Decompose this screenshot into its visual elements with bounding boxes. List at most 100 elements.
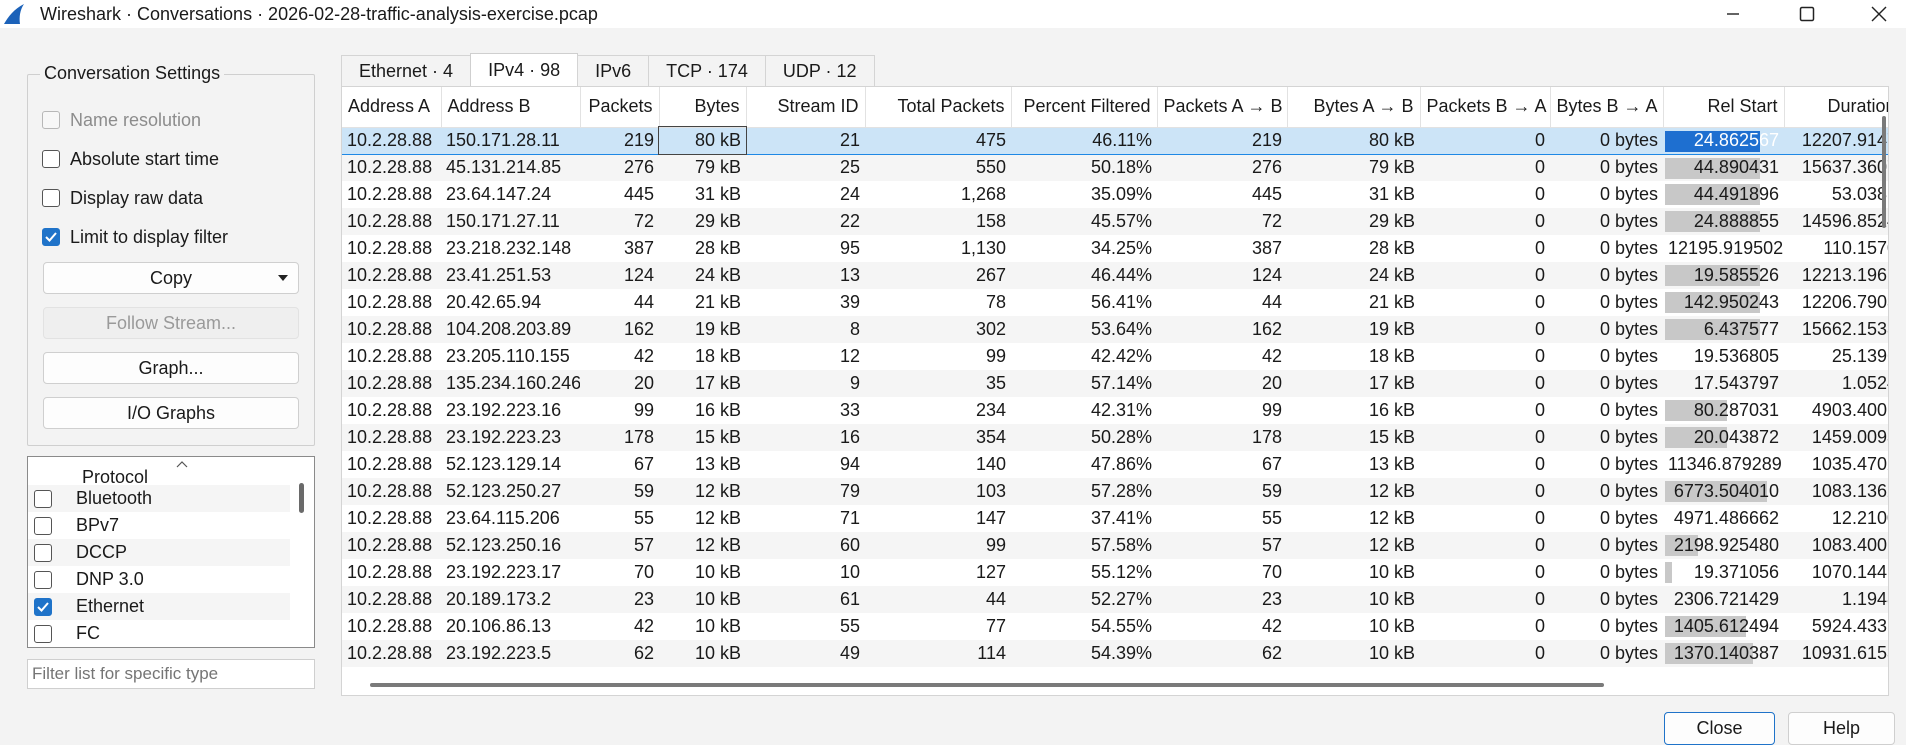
table-cell: 124: [1157, 262, 1287, 289]
table-cell: 0: [1534, 454, 1545, 474]
help-button[interactable]: Help: [1788, 712, 1895, 745]
tab-ethernet[interactable]: Ethernet · 4: [341, 55, 472, 87]
column-header[interactable]: Total Packets: [865, 87, 1012, 128]
table-cell: 71: [839, 508, 860, 528]
table-cell: 42: [633, 616, 654, 636]
column-header[interactable]: Bytes A → B: [1287, 87, 1421, 128]
column-header[interactable]: Percent Filtered: [1011, 87, 1158, 128]
table-cell: 10 kB: [694, 562, 741, 582]
display-raw-data-checkbox[interactable]: Display raw data: [42, 186, 203, 210]
graph-label: Graph...: [138, 357, 204, 378]
table-row[interactable]: 10.2.28.88 23.64.115.206 55 12 kB 71 147 37.41…: [342, 505, 1888, 532]
checkmark-icon[interactable]: [34, 597, 52, 616]
table-cell: 22: [746, 208, 865, 235]
io-graphs-button[interactable]: I/O Graphs: [43, 397, 299, 429]
column-header[interactable]: Bytes: [659, 87, 747, 128]
protocol-item[interactable]: BPv7: [28, 512, 290, 539]
follow-stream-button[interactable]: Follow Stream...: [43, 307, 299, 339]
protocol-item[interactable]: DNP 3.0: [28, 566, 290, 593]
copy-button[interactable]: Copy: [43, 262, 299, 294]
table-row[interactable]: 10.2.28.88 52.123.129.14 67 13 kB 94 140 47.86…: [342, 451, 1888, 478]
conversations-table[interactable]: Address A Address B Packets Bytes Stream ID T…: [341, 86, 1889, 696]
rel-start-value: 80.287031: [1693, 400, 1779, 420]
table-cell: 0 bytes: [1550, 532, 1663, 559]
table-row[interactable]: 10.2.28.88 23.192.223.23 178 15 kB 16 354 50.2…: [342, 424, 1888, 451]
table-row[interactable]: 10.2.28.88 23.192.223.16 99 16 kB 33 234 42.31…: [342, 397, 1888, 424]
table-cell: 162: [580, 316, 659, 343]
table-cell: 10.2.28.88: [342, 208, 441, 235]
protocol-item[interactable]: Bluetooth: [28, 485, 290, 512]
table-vertical-scrollbar[interactable]: [1882, 116, 1886, 228]
table-cell: 21 kB: [1368, 292, 1415, 312]
protocol-item[interactable]: Ethernet: [28, 593, 290, 620]
table-cell: 10.2.28.88: [342, 586, 441, 613]
table-row[interactable]: 10.2.28.88 45.131.214.85 276 79 kB 25 550 50.1…: [342, 154, 1888, 181]
name-resolution-checkbox[interactable]: Name resolution: [42, 108, 201, 132]
column-header[interactable]: Stream ID: [746, 87, 866, 128]
column-header[interactable]: Bytes B → A: [1550, 87, 1664, 128]
table-cell: 387: [623, 238, 654, 258]
table-cell: 6.437577: [1663, 316, 1784, 343]
table-cell: 10.2.28.88: [347, 238, 433, 258]
protocol-list-scrollbar[interactable]: [299, 483, 304, 513]
maximize-button[interactable]: [1776, 0, 1838, 28]
rel-start-value: 19.585526: [1693, 265, 1779, 285]
table-row[interactable]: 10.2.28.88 150.171.28.11 219 80 kB 21 475 46.1…: [342, 126, 1888, 155]
table-cell: 42.31%: [1090, 400, 1152, 420]
table-cell: 80 kB: [1287, 126, 1420, 155]
table-cell: 0 bytes: [1550, 478, 1663, 505]
protocol-item[interactable]: FC: [28, 620, 290, 647]
close-button[interactable]: Close: [1664, 712, 1775, 745]
table-row[interactable]: 10.2.28.88 135.234.160.246 20 17 kB 9 35 57.14…: [342, 370, 1888, 397]
close-window-button[interactable]: [1848, 0, 1906, 28]
table-row[interactable]: 10.2.28.88 150.171.27.11 72 29 kB 22 158 45.57…: [342, 208, 1888, 235]
checkbox-box[interactable]: [34, 570, 52, 589]
checkbox-box[interactable]: [34, 489, 52, 508]
graph-button[interactable]: Graph...: [43, 352, 299, 384]
checkbox-box[interactable]: [34, 543, 52, 562]
table-row[interactable]: 10.2.28.88 23.41.251.53 124 24 kB 13 267 46.44…: [342, 262, 1888, 289]
table-row[interactable]: 10.2.28.88 20.106.86.13 42 10 kB 55 77 54.55% 4…: [342, 613, 1888, 640]
table-row[interactable]: 10.2.28.88 23.64.147.24 445 31 kB 24 1,268 35.…: [342, 181, 1888, 208]
column-header[interactable]: Packets B → A: [1420, 87, 1551, 128]
tab-ipv4[interactable]: IPv4 · 98: [470, 53, 579, 87]
table-cell: 0: [1534, 238, 1545, 258]
column-header[interactable]: Address B: [441, 87, 581, 128]
tab-udp[interactable]: UDP · 12: [764, 55, 875, 87]
table-cell: 0: [1420, 424, 1550, 451]
protocol-item[interactable]: DCCP: [28, 539, 290, 566]
column-header[interactable]: Duration: [1784, 87, 1888, 128]
table-cell: 0 bytes: [1550, 154, 1663, 181]
tab-tcp[interactable]: TCP · 174: [648, 55, 766, 87]
column-header[interactable]: Packets: [580, 87, 660, 128]
table-cell: 219: [580, 126, 659, 155]
table-cell: 150.171.27.11: [441, 208, 580, 235]
table-cell: 2198.925480: [1663, 532, 1784, 559]
absolute-start-time-checkbox[interactable]: Absolute start time: [42, 147, 219, 171]
table-row[interactable]: 10.2.28.88 20.189.173.2 23 10 kB 61 44 52.27% 2…: [342, 586, 1888, 613]
rel-start-value: 1405.612494: [1673, 616, 1779, 636]
table-horizontal-scrollbar[interactable]: [370, 683, 1604, 687]
table-row[interactable]: 10.2.28.88 23.192.223.5 62 10 kB 49 114 54.39%…: [342, 640, 1888, 667]
table-row[interactable]: 10.2.28.88 23.205.110.155 42 18 kB 12 99 42.42…: [342, 343, 1888, 370]
tab-ipv6[interactable]: IPv6: [577, 55, 650, 87]
protocol-filter-input[interactable]: [27, 659, 315, 689]
table-row[interactable]: 10.2.28.88 23.192.223.17 70 10 kB 10 127 55.12…: [342, 559, 1888, 586]
column-header[interactable]: Rel Start: [1663, 87, 1785, 128]
limit-to-display-filter-checkbox[interactable]: Limit to display filter: [42, 225, 228, 249]
table-row[interactable]: 10.2.28.88 52.123.250.16 57 12 kB 60 99 57.58%…: [342, 532, 1888, 559]
table-row[interactable]: 10.2.28.88 104.208.203.89 162 19 kB 8 302 53.6…: [342, 316, 1888, 343]
column-header[interactable]: Packets A → B: [1157, 87, 1288, 128]
table-row[interactable]: 10.2.28.88 20.42.65.94 44 21 kB 39 78 56.41% 44…: [342, 289, 1888, 316]
minimize-button[interactable]: [1702, 0, 1764, 28]
table-row[interactable]: 10.2.28.88 52.123.250.27 59 12 kB 79 103 57.28…: [342, 478, 1888, 505]
table-row[interactable]: 10.2.28.88 23.218.232.148 387 28 kB 95 1,130 3…: [342, 235, 1888, 262]
column-header[interactable]: Address A: [342, 87, 442, 128]
protocol-list[interactable]: Protocol Bluetooth BPv7 DCCP DNP 3.0 Etherne…: [27, 456, 315, 648]
table-cell: 0: [1534, 400, 1545, 420]
table-cell: 23.41.251.53: [441, 262, 580, 289]
checkbox-box[interactable]: [34, 516, 52, 535]
checkbox-box[interactable]: [34, 624, 52, 643]
table-cell: 10.2.28.88: [342, 370, 441, 397]
table-cell: 1083.4001: [1784, 532, 1888, 559]
